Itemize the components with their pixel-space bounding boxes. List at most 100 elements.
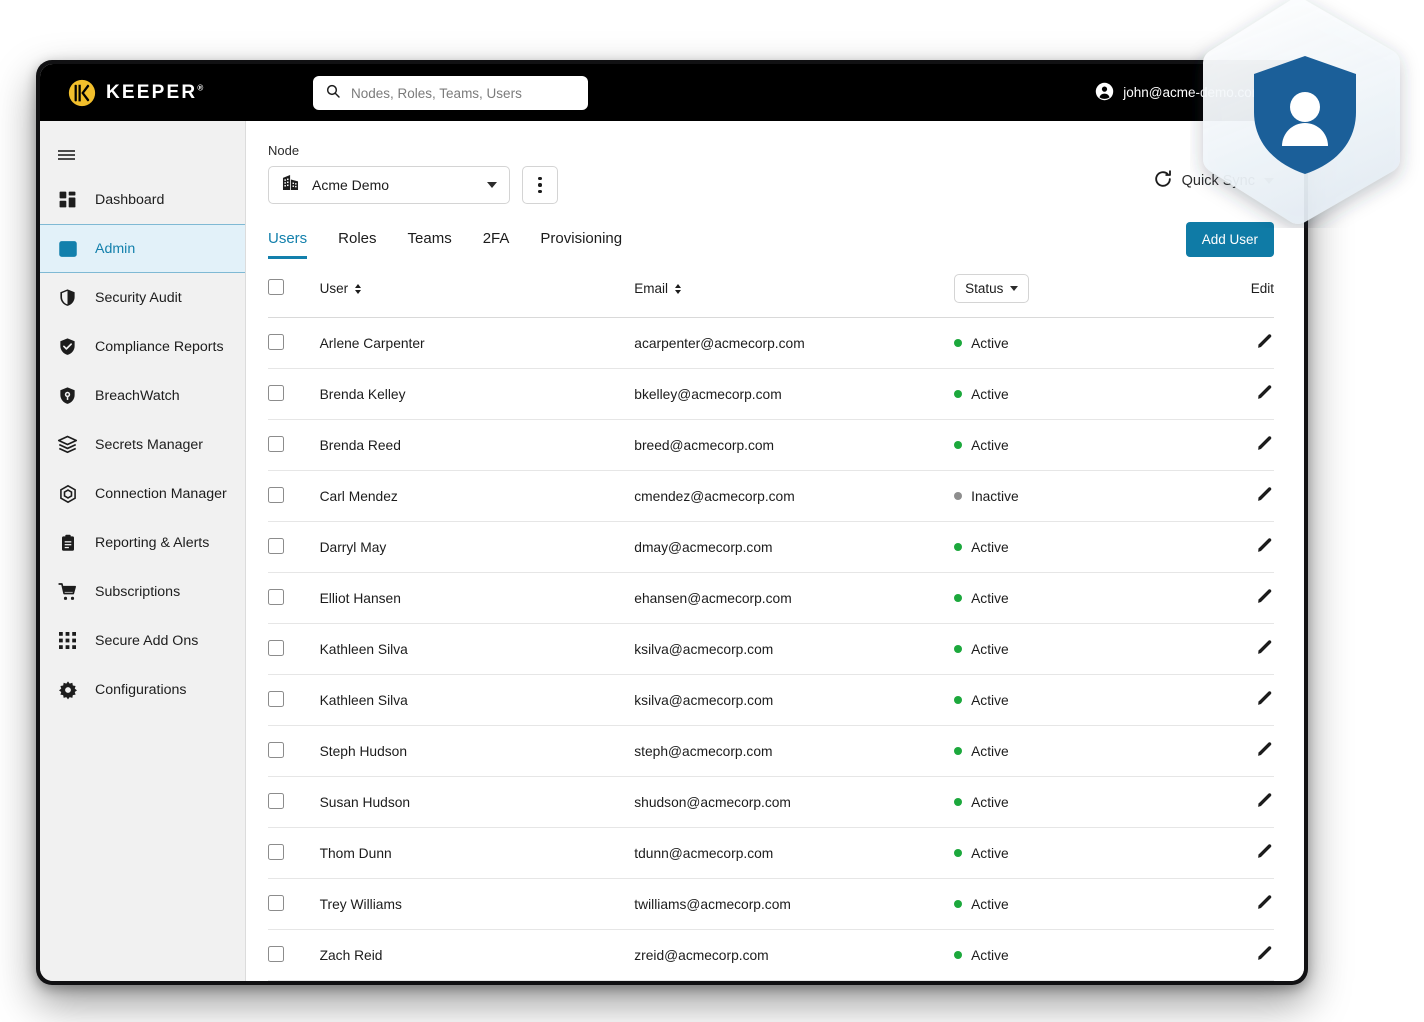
row-user-cell: Thom Dunn	[319, 827, 635, 879]
row-edit-cell	[1212, 878, 1274, 930]
row-user-cell: Steph Hudson	[319, 725, 635, 777]
shield-eye-icon	[57, 385, 78, 406]
edit-pencil-icon[interactable]	[1255, 791, 1274, 813]
edit-pencil-icon[interactable]	[1255, 689, 1274, 711]
row-select-cell	[268, 419, 320, 471]
row-checkbox[interactable]	[268, 945, 284, 962]
tab-teams[interactable]: Teams	[408, 230, 452, 259]
edit-pencil-icon[interactable]	[1255, 842, 1274, 864]
table-row[interactable]: Thom Dunn tdunn@acmecorp.com Active	[268, 827, 1274, 879]
table-row[interactable]: Kathleen Silva ksilva@acmecorp.com Active	[268, 623, 1274, 675]
shopping-cart-icon	[57, 581, 78, 602]
edit-pencil-icon[interactable]	[1255, 485, 1274, 507]
table-row[interactable]: Brenda Kelley bkelley@acmecorp.com Active	[268, 368, 1274, 420]
tab-users[interactable]: Users	[268, 230, 308, 259]
tab-roles[interactable]: Roles	[338, 230, 376, 259]
row-edit-cell	[1212, 572, 1274, 624]
table-row[interactable]: Darryl May dmay@acmecorp.com Active	[268, 521, 1274, 573]
status-label: Active	[971, 896, 1009, 912]
node-select[interactable]: Acme Demo	[268, 166, 510, 204]
edit-pencil-icon[interactable]	[1255, 944, 1274, 966]
row-edit-cell	[1212, 929, 1274, 981]
row-select-cell	[268, 776, 320, 828]
account-menu[interactable]: john@acme-demo.com	[1095, 64, 1282, 121]
row-checkbox[interactable]	[268, 894, 284, 911]
sidebar-item-connection-manager[interactable]: Connection Manager	[40, 469, 245, 518]
row-checkbox[interactable]	[268, 588, 284, 605]
row-checkbox[interactable]	[268, 639, 284, 656]
main-content: Node Acme Demo Quick Sync Users Roles Te…	[246, 121, 1304, 981]
row-status-cell: Active	[954, 368, 1213, 420]
sidebar-item-subscriptions[interactable]: Subscriptions	[40, 567, 245, 616]
table-row[interactable]: Susan Hudson shudson@acmecorp.com Active	[268, 776, 1274, 828]
table-row[interactable]: Kathleen Silva ksilva@acmecorp.com Active	[268, 674, 1274, 726]
column-header-email[interactable]: Email	[634, 274, 955, 318]
edit-pencil-icon[interactable]	[1255, 638, 1274, 660]
row-checkbox[interactable]	[268, 690, 284, 707]
row-checkbox[interactable]	[268, 333, 284, 350]
sidebar-item-secrets-manager[interactable]: Secrets Manager	[40, 420, 245, 469]
sort-icon[interactable]	[355, 283, 362, 294]
global-search[interactable]	[313, 76, 588, 110]
status-dot	[954, 798, 963, 806]
status-label: Inactive	[971, 488, 1019, 504]
sidebar-item-reporting-alerts[interactable]: Reporting & Alerts	[40, 518, 245, 567]
edit-pencil-icon[interactable]	[1255, 383, 1274, 405]
row-status-cell: Active	[954, 572, 1213, 624]
table-row[interactable]: Zillow Hoffmanzhoffman@acmecorp.comActiv…	[268, 980, 1274, 981]
row-status-cell: Active	[954, 980, 1213, 981]
search-input[interactable]	[351, 85, 576, 101]
row-checkbox[interactable]	[268, 741, 284, 758]
status-filter-dropdown[interactable]: Status	[954, 274, 1030, 303]
table-row[interactable]: Arlene Carpenter acarpenter@acmecorp.com A…	[268, 317, 1274, 369]
sidebar-item-security-audit[interactable]: Security Audit	[40, 273, 245, 322]
sidebar-item-label: Secure Add Ons	[95, 632, 199, 649]
tab-provisioning[interactable]: Provisioning	[540, 230, 622, 259]
table-row[interactable]: Steph Hudson steph@acmecorp.com Active	[268, 725, 1274, 777]
status-dot	[954, 696, 963, 704]
users-table-body: Arlene Carpenter acarpenter@acmecorp.com A…	[268, 317, 1274, 981]
status-label: Active	[971, 743, 1009, 759]
row-checkbox[interactable]	[268, 486, 284, 503]
row-checkbox[interactable]	[268, 537, 284, 554]
select-all-checkbox[interactable]	[268, 279, 284, 295]
sidebar-item-secure-add-ons[interactable]: Secure Add Ons	[40, 616, 245, 665]
sidebar-item-configurations[interactable]: Configurations	[40, 665, 245, 714]
table-row[interactable]: Zach Reid zreid@acmecorp.com Active	[268, 929, 1274, 981]
edit-pencil-icon[interactable]	[1255, 536, 1274, 558]
layers-icon	[57, 434, 78, 455]
edit-pencil-icon[interactable]	[1255, 332, 1274, 354]
column-header-status: Status	[954, 274, 1213, 318]
table-row[interactable]: Trey Williams twilliams@acmecorp.com Activ…	[268, 878, 1274, 930]
status-label: Active	[971, 845, 1009, 861]
edit-pencil-icon[interactable]	[1255, 587, 1274, 609]
sidebar-item-admin[interactable]: Admin	[40, 224, 245, 273]
status-dot	[954, 747, 963, 755]
node-options-button[interactable]	[522, 166, 558, 204]
tab-2fa[interactable]: 2FA	[483, 230, 510, 259]
sort-icon[interactable]	[675, 283, 682, 294]
table-header-row: User Email Status Edit	[268, 274, 1274, 318]
row-checkbox[interactable]	[268, 843, 284, 860]
brand-logo[interactable]: KEEPER®	[68, 79, 280, 107]
edit-pencil-icon[interactable]	[1255, 434, 1274, 456]
table-row[interactable]: Elliot Hansen ehansen@acmecorp.com Active	[268, 572, 1274, 624]
row-checkbox[interactable]	[268, 384, 284, 401]
edit-pencil-icon[interactable]	[1255, 893, 1274, 915]
sidebar-item-breachwatch[interactable]: BreachWatch	[40, 371, 245, 420]
hamburger-icon[interactable]	[40, 135, 92, 175]
column-label-user: User	[319, 281, 349, 296]
table-row[interactable]: Brenda Reed breed@acmecorp.com Active	[268, 419, 1274, 471]
quick-sync-button[interactable]: Quick Sync	[1153, 169, 1274, 193]
sidebar-item-dashboard[interactable]: Dashboard	[40, 175, 245, 224]
table-row[interactable]: Carl Mendez cmendez@acmecorp.com Inactive	[268, 470, 1274, 522]
column-label-edit: Edit	[1250, 281, 1274, 296]
row-select-cell	[268, 368, 320, 420]
refresh-icon	[1153, 169, 1173, 193]
row-checkbox[interactable]	[268, 435, 284, 452]
column-header-user[interactable]: User	[319, 274, 635, 318]
edit-pencil-icon[interactable]	[1255, 740, 1274, 762]
row-checkbox[interactable]	[268, 792, 284, 809]
add-user-button[interactable]: Add User	[1185, 222, 1274, 257]
sidebar-item-compliance-reports[interactable]: Compliance Reports	[40, 322, 245, 371]
